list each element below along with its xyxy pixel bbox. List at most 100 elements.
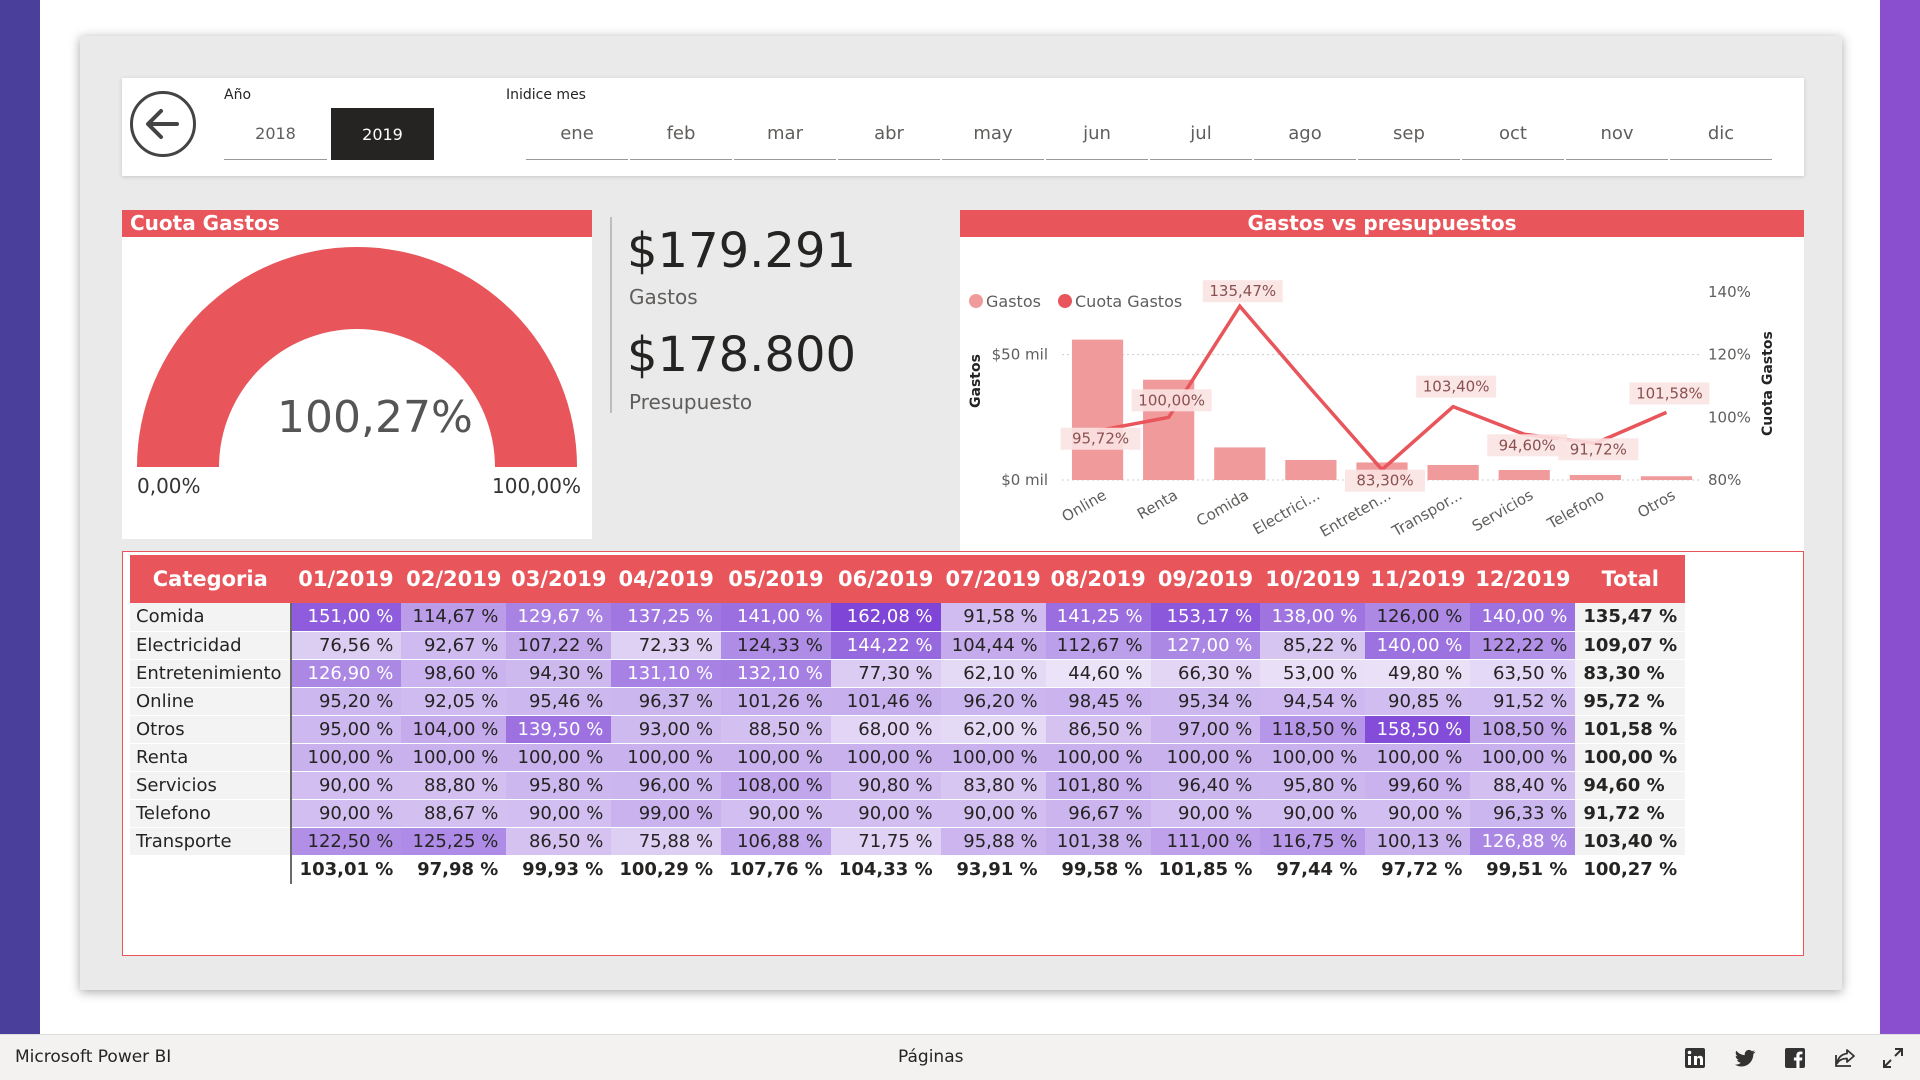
month-option-nov[interactable]: nov (1566, 108, 1668, 160)
table-cell: 100,00 % (1045, 743, 1151, 772)
legend-gastos-marker (969, 294, 983, 308)
twitter-icon[interactable] (1733, 1046, 1757, 1070)
row-total: 135,47 % (1575, 603, 1686, 632)
month-option-ene[interactable]: ene (526, 108, 628, 160)
linkedin-icon[interactable] (1683, 1046, 1707, 1070)
table-cell: 86,50 % (506, 827, 612, 856)
table-cell: 95,88 % (940, 827, 1046, 856)
month-option-jul[interactable]: jul (1150, 108, 1252, 160)
table-cell: 127,00 % (1150, 631, 1261, 660)
year-option-2019[interactable]: 2019 (331, 108, 434, 160)
year-option-2018[interactable]: 2018 (224, 108, 327, 160)
table-cell: 153,17 % (1150, 603, 1261, 632)
table-cell: 140,00 % (1470, 603, 1576, 632)
table-cell: 92,67 % (401, 631, 507, 660)
table-cell: 90,00 % (830, 799, 941, 828)
data-label: 91,72% (1570, 440, 1627, 458)
column-header[interactable]: 04/2019 (611, 555, 722, 603)
column-header[interactable]: 09/2019 (1150, 555, 1261, 603)
column-header[interactable]: 11/2019 (1365, 555, 1471, 603)
table-cell: 118,50 % (1260, 715, 1366, 744)
table-cell: 90,00 % (290, 799, 402, 828)
table-cell: 90,00 % (940, 799, 1046, 828)
y2-tick-label: 80% (1708, 471, 1741, 489)
table-cell: 108,50 % (1470, 715, 1576, 744)
table-cell: 114,67 % (401, 603, 507, 632)
table-cell: 62,10 % (940, 659, 1046, 688)
data-label: 95,72% (1072, 430, 1129, 448)
table-cell: 90,00 % (1260, 799, 1366, 828)
column-header[interactable]: 02/2019 (401, 555, 507, 603)
column-total: 104,33 % (830, 855, 941, 884)
column-header[interactable]: 07/2019 (940, 555, 1046, 603)
fullscreen-icon[interactable] (1881, 1046, 1905, 1070)
x-tick-label: Electrici... (1250, 486, 1323, 539)
table-cell: 95,80 % (1260, 771, 1366, 800)
table-cell: 100,13 % (1365, 827, 1471, 856)
table-cell: 98,45 % (1045, 687, 1151, 716)
table-cell: 100,00 % (721, 743, 831, 772)
row-total: 103,40 % (1575, 827, 1686, 856)
table-cell: 162,08 % (830, 603, 941, 632)
month-option-oct[interactable]: oct (1462, 108, 1564, 160)
column-header[interactable]: Categoria (130, 555, 291, 603)
table-cell: 98,60 % (401, 659, 507, 688)
pages-button[interactable]: Páginas (898, 1047, 963, 1067)
table-cell: 111,00 % (1150, 827, 1261, 856)
presupuesto-kpi-value: $178.800 (627, 327, 857, 383)
share-icon[interactable] (1833, 1046, 1857, 1070)
column-header[interactable]: 01/2019 (290, 555, 402, 603)
bar-Otros (1640, 476, 1693, 480)
data-label: 103,40% (1423, 378, 1490, 396)
legend-cuota-marker (1058, 294, 1072, 308)
column-header[interactable]: Total (1575, 555, 1686, 603)
column-header[interactable]: 03/2019 (506, 555, 612, 603)
table-cell: 94,30 % (506, 659, 612, 688)
table-cell: 125,25 % (401, 827, 507, 856)
column-header[interactable]: 06/2019 (830, 555, 941, 603)
month-option-dic[interactable]: dic (1670, 108, 1772, 160)
gauge-panel: 100,27% 0,00% 100,00% (122, 237, 592, 539)
x-tick-label: Renta (1134, 486, 1181, 523)
table-cell: 88,67 % (401, 799, 507, 828)
column-header[interactable]: 05/2019 (721, 555, 831, 603)
month-option-feb[interactable]: feb (630, 108, 732, 160)
y2-tick-label: 100% (1708, 408, 1751, 426)
month-option-ago[interactable]: ago (1254, 108, 1356, 160)
back-button[interactable] (130, 91, 196, 157)
table-cell: 96,37 % (611, 687, 722, 716)
table-cell: 91,52 % (1470, 687, 1576, 716)
row-category: Online (130, 687, 292, 716)
column-header[interactable]: 08/2019 (1045, 555, 1151, 603)
y-tick-label: $50 mil (992, 346, 1048, 364)
column-header[interactable]: 10/2019 (1260, 555, 1366, 603)
month-option-jun[interactable]: jun (1046, 108, 1148, 160)
month-option-sep[interactable]: sep (1358, 108, 1460, 160)
left-purple-border (0, 0, 40, 1034)
table-cell: 104,44 % (940, 631, 1046, 660)
right-purple-border (1880, 0, 1920, 1034)
power-bi-footer: Microsoft Power BI Páginas (0, 1034, 1920, 1080)
facebook-icon[interactable] (1783, 1046, 1807, 1070)
table-cell: 126,88 % (1470, 827, 1576, 856)
row-category: Comida (130, 603, 292, 632)
table-cell: 90,85 % (1365, 687, 1471, 716)
bar-Transpor... (1427, 464, 1479, 480)
table-cell: 144,22 % (830, 631, 941, 660)
bar-Comida (1214, 447, 1266, 480)
table-cell: 68,00 % (830, 715, 941, 744)
table-cell: 100,00 % (1470, 743, 1576, 772)
month-option-may[interactable]: may (942, 108, 1044, 160)
column-header[interactable]: 12/2019 (1470, 555, 1576, 603)
table-cell: 75,88 % (611, 827, 722, 856)
column-total: 99,58 % (1045, 855, 1151, 884)
slicer-bar: Año 2018 2019 Inidice mes ene feb mar abr may… (122, 78, 1804, 176)
year-slicer-title: Año (224, 87, 252, 103)
table-cell: 90,00 % (1365, 799, 1471, 828)
month-option-abr[interactable]: abr (838, 108, 940, 160)
column-total: 93,91 % (940, 855, 1046, 884)
table-cell: 90,00 % (290, 771, 402, 800)
table-cell: 63,50 % (1470, 659, 1576, 688)
month-option-mar[interactable]: mar (734, 108, 836, 160)
bar-Online (1071, 339, 1124, 480)
